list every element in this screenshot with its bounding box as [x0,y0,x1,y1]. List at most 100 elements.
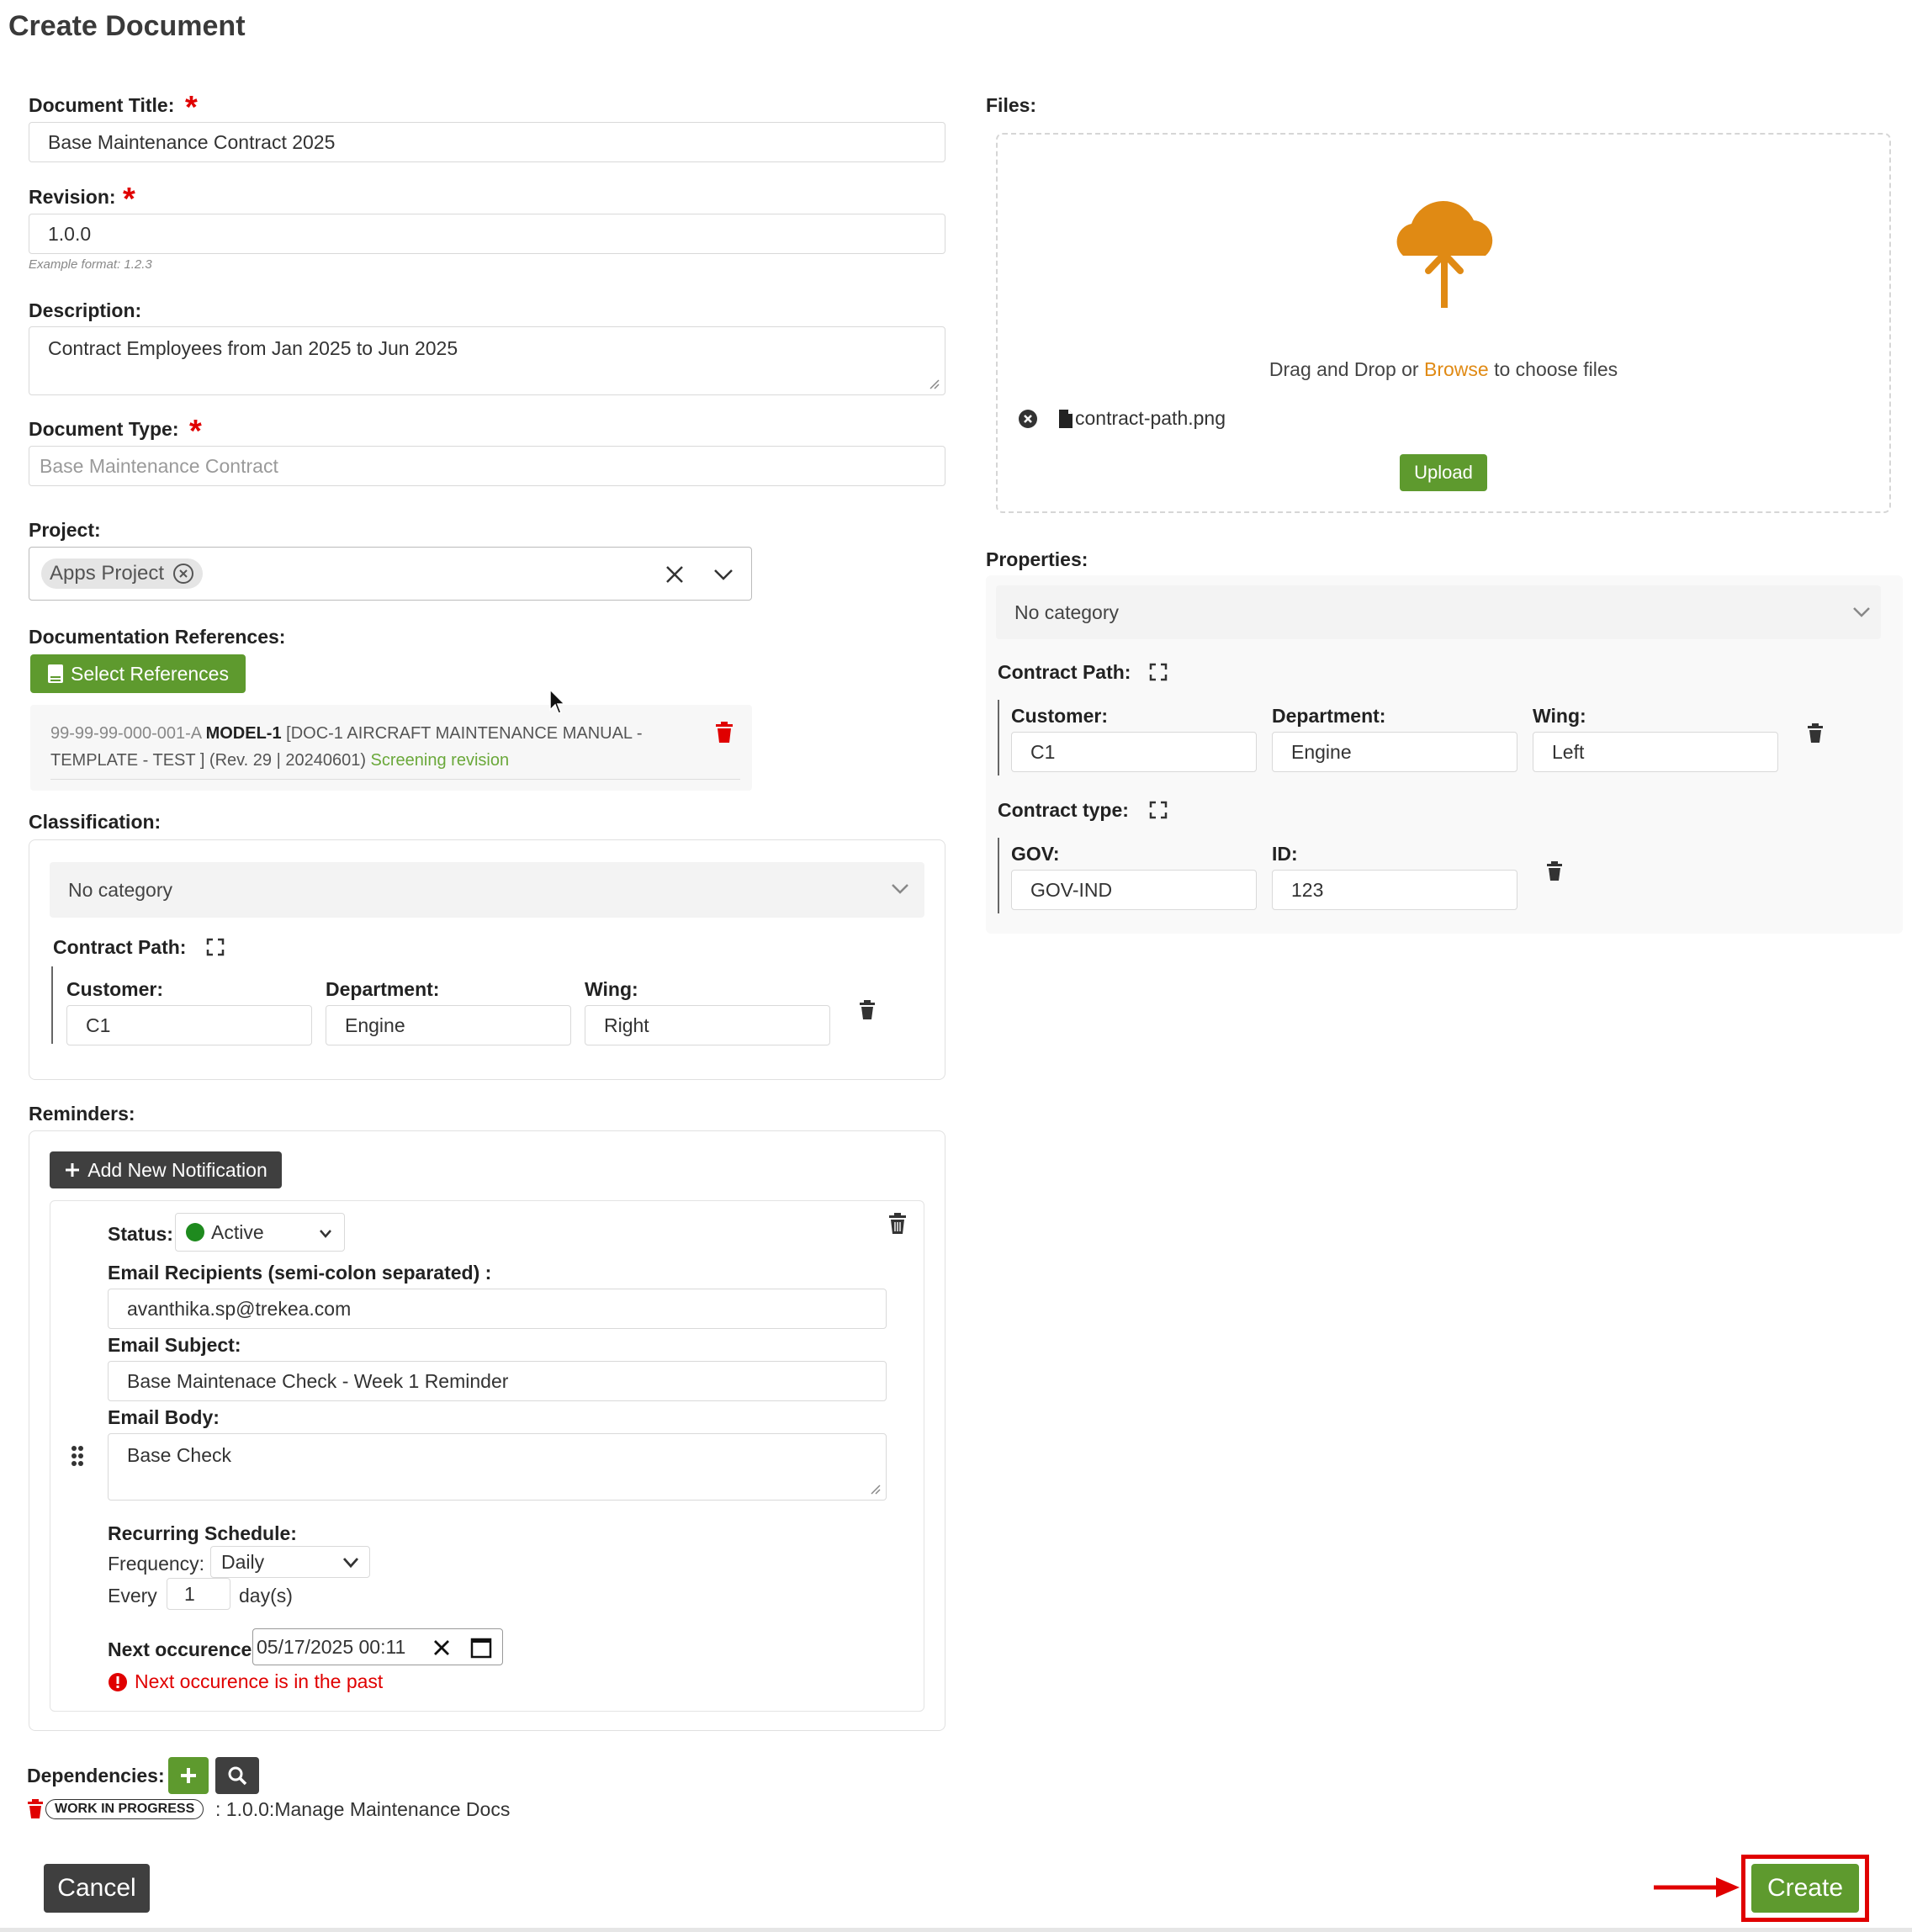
dropzone-text-before: Drag and Drop or [1268,358,1424,380]
classification-category-select[interactable]: No category [50,862,924,918]
expand-icon[interactable] [206,938,225,956]
calendar-icon[interactable] [470,1637,492,1659]
customer-input[interactable]: C1 [66,1005,312,1045]
expand-icon[interactable] [1149,801,1168,819]
delete-group-icon[interactable] [859,1000,876,1020]
reminders-panel: Add New Notification Status: Active Emai… [29,1130,945,1731]
gov-label: GOV: [1011,843,1060,865]
document-type-select[interactable]: Base Maintenance Contract [29,446,945,486]
required-asterisk: * [123,182,135,217]
recipients-input[interactable]: avanthika.sp@trekea.com [108,1289,887,1329]
contract-type-label: Contract type: [998,799,1129,821]
subject-input[interactable]: Base Maintenace Check - Week 1 Reminder [108,1361,887,1401]
cancel-button[interactable]: Cancel [44,1864,150,1913]
project-label: Project: [29,519,101,541]
properties-category-value: No category [1014,601,1120,623]
description-text: Contract Employees from Jan 2025 to Jun … [48,337,458,359]
customer-input[interactable]: C1 [1011,732,1257,772]
revision-input[interactable]: 1.0.0 [29,214,945,254]
department-input[interactable]: Engine [326,1005,571,1045]
wing-input[interactable]: Right [585,1005,830,1045]
reference-status: Screening revision [370,751,510,770]
status-dot-icon [186,1223,204,1241]
description-textarea[interactable]: Contract Employees from Jan 2025 to Jun … [29,326,945,395]
search-dependency-button[interactable] [215,1757,259,1794]
delete-group-icon[interactable] [1546,861,1563,881]
gov-input[interactable]: GOV-IND [1011,870,1257,910]
next-occurrence-input[interactable]: 05/17/2025 00:11 [252,1628,503,1665]
clear-icon[interactable] [665,564,685,585]
wing-label: Wing: [1533,705,1586,727]
group-border [51,966,53,1044]
clear-icon[interactable] [433,1639,450,1656]
subject-label: Email Subject: [108,1334,241,1356]
dependency-text: : 1.0.0:Manage Maintenance Docs [215,1798,511,1820]
delete-notification-icon[interactable] [888,1213,907,1235]
properties-category-select[interactable]: No category [996,585,1881,639]
error-icon [109,1672,127,1691]
body-text: Base Check [127,1444,232,1466]
remove-file-icon[interactable] [1018,409,1038,429]
reference-code: 99-99-99-000-001-A [50,724,202,743]
select-references-button[interactable]: Select References [30,654,246,693]
file-dropzone[interactable]: Drag and Drop or Browse to choose files … [996,133,1891,513]
wing-input[interactable]: Left [1533,732,1778,772]
chevron-down-icon [320,1230,331,1238]
cloud-upload-icon [1396,201,1493,308]
expand-icon[interactable] [1149,663,1168,681]
dependencies-label: Dependencies: [27,1765,165,1786]
create-button[interactable]: Create [1751,1864,1859,1913]
divider [50,779,740,780]
classification-category-value: No category [68,878,173,901]
remove-chip-icon[interactable] [172,563,194,585]
document-type-label: Document Type: [29,418,179,440]
file-item: contract-path.png [1058,407,1226,430]
resize-handle-icon[interactable] [928,378,940,389]
reminders-label: Reminders: [29,1103,135,1125]
drag-handle-icon[interactable] [71,1445,84,1467]
project-multiselect[interactable]: Apps Project [29,547,752,601]
upload-button[interactable]: Upload [1400,454,1487,491]
schedule-label: Recurring Schedule: [108,1522,297,1544]
customer-label: Customer: [66,978,164,1000]
plus-icon [181,1768,196,1783]
next-occurrence-label: Next occurence: [108,1638,258,1660]
properties-label: Properties: [986,548,1088,570]
required-asterisk: * [189,414,202,449]
plus-icon [66,1163,80,1177]
group-border [998,700,999,775]
chevron-down-icon[interactable] [712,566,734,583]
frequency-value: Daily [221,1550,265,1573]
description-label: Description: [29,299,142,321]
group-border [998,838,999,913]
mouse-cursor-icon [549,688,566,714]
frequency-select[interactable]: Daily [210,1546,370,1578]
chevron-down-icon [342,1558,359,1569]
arrow-annotation-icon [1654,1877,1740,1898]
every-unit: day(s) [239,1585,293,1606]
next-occurrence-error: Next occurence is in the past [108,1670,383,1693]
status-select[interactable]: Active [175,1213,345,1252]
every-input[interactable]: 1 [167,1578,230,1610]
contract-path-label: Contract Path: [53,936,187,958]
delete-dependency-icon[interactable] [27,1799,44,1819]
body-textarea[interactable]: Base Check [108,1433,887,1501]
page-title: Create Document [8,10,246,42]
delete-reference-icon[interactable] [715,722,734,744]
revision-label: Revision: [29,186,116,208]
properties-panel: No category Contract Path: Customer: C1 … [986,575,1903,934]
add-dependency-button[interactable] [168,1757,209,1794]
add-notification-button[interactable]: Add New Notification [50,1151,282,1188]
classification-label: Classification: [29,811,162,833]
document-title-input[interactable]: Base Maintenance Contract 2025 [29,122,945,162]
department-input[interactable]: Engine [1272,732,1517,772]
dependency-status-badge: WORK IN PROGRESS [45,1799,204,1819]
browse-link[interactable]: Browse [1424,358,1489,380]
file-name: contract-path.png [1075,407,1226,429]
resize-handle-icon[interactable] [869,1483,881,1495]
id-input[interactable]: 123 [1272,870,1517,910]
bottom-border [0,1928,1912,1932]
delete-group-icon[interactable] [1807,723,1824,744]
add-notification-label: Add New Notification [87,1158,267,1181]
id-label: ID: [1272,843,1298,865]
